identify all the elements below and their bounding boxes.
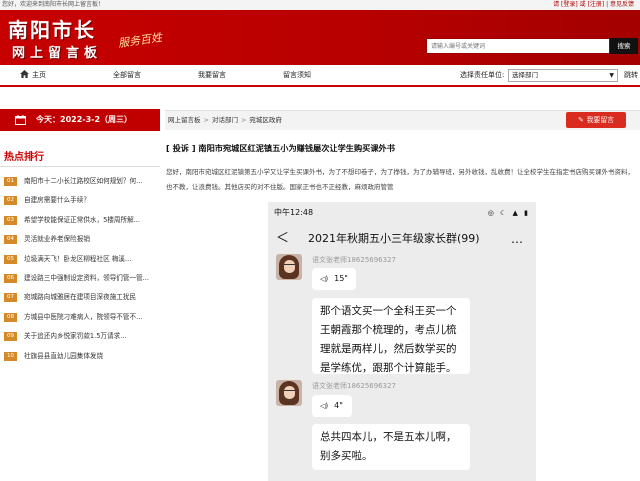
article-body: 您好，南阳市宛城区红泥镇第五小学又让学生买课外书，为了不想印卷子，为了挣钱，为了…	[166, 168, 634, 191]
jump-button[interactable]: 跳转	[624, 65, 638, 85]
calendar-icon	[15, 115, 26, 125]
voice-message: ◁) 15"	[312, 268, 356, 290]
rank-badge: 09	[4, 332, 17, 342]
chat-group-title: 2021年秋期五小三年级家长群(99)	[308, 232, 480, 245]
nav-notice[interactable]: 留言须知	[283, 65, 311, 85]
phone-time: 中午12:48	[274, 208, 314, 217]
hot-list-item[interactable]: 08 方城县中医院刁难病人，院领导不管不...	[4, 308, 159, 327]
sender-avatar	[276, 380, 302, 406]
rank-badge: 02	[4, 196, 17, 206]
welcome-text: 您好，欢迎来到南阳市长网上留言板！	[2, 1, 105, 8]
logo-subtitle: 网上留言板	[12, 46, 103, 61]
breadcrumb-item[interactable]: 网上留言板	[168, 116, 201, 124]
breadcrumb-separator: >	[203, 116, 209, 124]
nav-all-messages[interactable]: 全部留言	[113, 65, 141, 85]
rank-badge: 04	[4, 235, 17, 245]
hot-item-title: 南阳市十二小长江路校区如何规划？何...	[24, 177, 143, 185]
home-icon	[20, 70, 29, 78]
login-register-links[interactable]: 请 [登录] 或 [注册] | 意见反馈	[553, 0, 634, 10]
hot-list-item[interactable]: 09 关于追还内乡悦家罚款1.5万请求...	[4, 327, 159, 346]
voice-duration: 15"	[334, 274, 348, 283]
hot-list-item[interactable]: 07 宛城路向城雅居在建项目深夜施工扰民	[4, 288, 159, 307]
main-nav: 主页 全部留言 我要留言 留言须知 选择责任单位: 选择部门 ▼ 跳转	[0, 65, 640, 87]
chat-screenshot: 中午12:48 ◎ ☾ ▲ ▮ ＜ 2021年秋期五小三年级家长群(99) … …	[268, 202, 536, 481]
search-box: 搜索	[426, 38, 638, 54]
date-bar: 今天：2022-3-2（周三）	[0, 109, 160, 131]
pencil-icon: ✎	[578, 116, 584, 124]
phone-status-bar: 中午12:48 ◎ ☾ ▲ ▮	[268, 202, 536, 224]
site-banner: 南阳市长 网上留言板 服务百姓 搜索	[0, 10, 640, 65]
hot-item-title: 希望学校能保证正常供水，5楼周所解...	[24, 215, 140, 224]
rank-badge: 01	[4, 177, 17, 186]
hot-divider	[0, 166, 160, 167]
voice-duration: 4"	[334, 401, 343, 410]
hot-ranking-list: 01 南阳市十二小长江路校区如何规划？何... 02 自建房需要什么手续？ 03 希望学校…	[4, 172, 159, 366]
search-button[interactable]: 搜索	[610, 38, 638, 54]
hot-item-title: 关于追还内乡悦家罚款1.5万请求...	[24, 332, 127, 341]
sender-avatar	[276, 254, 302, 280]
site-logo[interactable]: 南阳市长 网上留言板	[8, 14, 102, 61]
hot-item-title: 方城县中医院刁难病人，院领导不管不...	[24, 312, 143, 321]
rank-badge: 08	[4, 312, 17, 322]
hot-ranking-title: 热点排行	[4, 152, 44, 163]
top-strip: 您好，欢迎来到南阳市长网上留言板！ 请 [登录] 或 [注册] | 意见反馈	[0, 0, 640, 10]
hot-item-title: 社旗县县直幼儿园集体发烧	[24, 351, 104, 360]
department-select-value: 选择部门	[512, 71, 538, 79]
hot-list-item[interactable]: 02 自建房需要什么手续？	[4, 191, 159, 210]
search-input[interactable]	[426, 38, 610, 54]
nav-post-message[interactable]: 我要留言	[198, 65, 226, 85]
hot-list-item[interactable]: 10 社旗县县直幼儿园集体发烧	[4, 347, 159, 366]
rank-badge: 07	[4, 293, 17, 303]
post-message-button[interactable]: ✎ 我要留言	[566, 112, 626, 128]
hot-list-item[interactable]: 03 希望学校能保证正常供水，5楼周所解...	[4, 211, 159, 230]
breadcrumb-item[interactable]: 对话部门	[212, 116, 238, 124]
nav-home-label: 主页	[32, 71, 46, 79]
chevron-down-icon: ▼	[609, 72, 614, 79]
department-select-label: 选择责任单位:	[460, 71, 505, 79]
post-message-label: 我要留言	[586, 116, 614, 124]
hot-item-title: 自建房需要什么手续？	[24, 196, 90, 205]
logo-title: 南阳市长	[8, 18, 96, 42]
sender-name: 语文张老师18625696327	[312, 382, 396, 390]
hot-item-title: 灵活就业养老保险报销	[24, 235, 90, 244]
hot-list-item[interactable]: 05 垃圾满天飞！卧龙区柳程社区 梅溪...	[4, 250, 159, 269]
more-icon: …	[511, 232, 524, 246]
rank-badge: 03	[4, 215, 17, 225]
text-message: 总共四本儿，不是五本儿啊，别多买啦。	[312, 424, 470, 470]
chat-header: ＜ 2021年秋期五小三年级家长群(99) …	[268, 224, 536, 254]
hot-list-item[interactable]: 06 建设路三中强制设定资料，领导们管一管...	[4, 269, 159, 288]
nav-home[interactable]: 主页	[20, 65, 46, 85]
hot-list-item[interactable]: 04 灵活就业养老保险报销	[4, 230, 159, 249]
rank-badge: 06	[4, 273, 17, 283]
breadcrumb-separator: >	[240, 116, 247, 124]
phone-status-icons: ◎ ☾ ▲ ▮	[487, 209, 530, 217]
hot-item-title: 宛城路向城雅居在建项目深夜施工扰民	[24, 293, 137, 302]
text-message: 那个语文买一个全科王买一个王朝霞那个梳理的，考点儿梳理就是两样儿，然后数学买的是…	[312, 298, 470, 374]
rank-badge: 05	[4, 254, 17, 264]
sender-name: 语文张老师18625696327	[312, 256, 396, 264]
voice-wave-icon: ◁)	[320, 275, 329, 283]
voice-wave-icon: ◁)	[320, 402, 329, 410]
hot-list-item[interactable]: 01 南阳市十二小长江路校区如何规划？何...	[4, 172, 159, 191]
hot-item-title: 建设路三中强制设定资料，领导们管一管...	[24, 273, 149, 282]
today-date: 今天：2022-3-2（周三）	[36, 115, 133, 124]
hot-item-title: 垃圾满天飞！卧龙区柳程社区 梅溪...	[24, 254, 132, 263]
article-title: [ 投诉 ] 南阳市宛城区红泥镇五小为赚钱屡次让学生购买课外书	[166, 143, 395, 153]
rank-badge: 10	[4, 351, 17, 361]
voice-message: ◁) 4"	[312, 395, 352, 417]
breadcrumb-item[interactable]: 宛城区政府	[249, 116, 282, 124]
banner-slogan: 服务百姓	[117, 30, 163, 50]
back-arrow-icon: ＜	[276, 231, 290, 246]
department-select[interactable]: 选择部门 ▼	[508, 69, 618, 82]
